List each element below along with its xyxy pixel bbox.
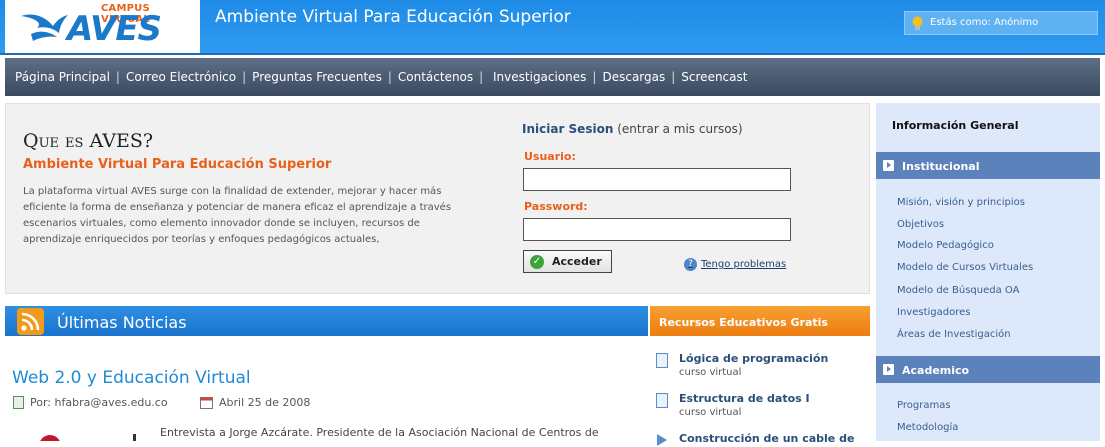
sidebar-link-modelo-pedagogico[interactable]: Modelo Pedagógico <box>897 240 994 251</box>
news-heading: Últimas Noticias <box>57 313 187 332</box>
help-link[interactable]: ? Tengo problemas <box>684 258 786 271</box>
sidebar-link-modelo-cursos[interactable]: Modelo de Cursos Virtuales <box>897 262 1033 273</box>
resource-name[interactable]: Estructura de datos I <box>679 392 810 405</box>
sidebar-section-title: Institucional <box>902 160 980 173</box>
news-header: Últimas Noticias <box>5 306 648 336</box>
user-status-text: Estás como: Anónimo <box>930 17 1039 28</box>
password-label: Password: <box>524 200 588 213</box>
document-icon <box>656 393 668 408</box>
nav-item-screencast[interactable]: | Screencast <box>665 70 747 84</box>
site-header: CAMPUS VIRTUAL AVES Ambiente Virtual Par… <box>0 0 1105 55</box>
sidebar-section-title: Academico <box>902 364 970 377</box>
article-date-text: Abril 25 de 2008 <box>219 396 311 409</box>
resource-item[interactable]: Estructura de datos I curso virtual <box>656 392 810 418</box>
article-date: Abril 25 de 2008 <box>200 396 310 409</box>
login-button-label: Acceder <box>552 255 602 268</box>
info-sidebar: Información General Institucional Misión… <box>876 103 1100 441</box>
resource-item[interactable]: Construcción de un cable de <box>656 432 854 447</box>
document-icon <box>656 353 668 368</box>
sidebar-section-academico[interactable]: Academico <box>876 356 1100 383</box>
sidebar-heading: Información General <box>892 119 1019 132</box>
resource-type: curso virtual <box>679 407 742 418</box>
sidebar-section-institucional[interactable]: Institucional <box>876 152 1100 179</box>
article-thumbnail <box>38 430 148 441</box>
resource-name[interactable]: Lógica de programación <box>679 352 828 365</box>
calendar-icon <box>200 397 213 409</box>
login-heading: Iniciar Sesion (entrar a mis cursos) <box>522 122 743 136</box>
sidebar-link-mision[interactable]: Misión, visión y principios <box>897 197 1025 208</box>
nav-item-home[interactable]: Página Principal <box>15 70 110 84</box>
rss-icon[interactable] <box>17 308 44 335</box>
intro-panel: Que es AVES? Ambiente Virtual Para Educa… <box>5 103 870 294</box>
sidebar-link-metodologia[interactable]: Metodología <box>897 422 958 433</box>
password-input[interactable] <box>523 218 791 241</box>
username-label: Usuario: <box>524 150 576 163</box>
site-title: Ambiente Virtual Para Educación Superior <box>215 7 571 27</box>
article-thumbnail-icon <box>40 434 136 441</box>
sidebar-link-programas[interactable]: Programas <box>897 400 951 411</box>
sidebar-link-investigadores[interactable]: Investigadores <box>897 307 970 318</box>
login-title-note: (entrar a mis cursos) <box>617 122 743 136</box>
help-link-label: Tengo problemas <box>701 259 787 270</box>
arrow-right-icon <box>883 364 894 375</box>
article-title-link[interactable]: Web 2.0 y Educación Virtual <box>12 368 251 388</box>
login-title: Iniciar Sesion <box>522 122 614 136</box>
username-input[interactable] <box>523 168 791 191</box>
login-button[interactable]: ✓ Acceder <box>523 250 612 273</box>
resource-type: curso virtual <box>679 367 742 378</box>
resources-header: Recursos Educativos Gratis <box>650 306 870 336</box>
resources-heading: Recursos Educativos Gratis <box>659 316 828 329</box>
user-status-box: Estás como: Anónimo <box>904 11 1098 35</box>
intro-subtitle: Ambiente Virtual Para Educación Superior <box>23 157 332 172</box>
logo-name-text: AVES <box>67 9 162 49</box>
sidebar-link-objetivos[interactable]: Objetivos <box>897 219 944 230</box>
nav-item-research[interactable]: | Investigaciones <box>473 70 586 84</box>
bird-logo-icon <box>21 14 68 41</box>
sidebar-link-modelo-busqueda[interactable]: Modelo de Búsqueda OA <box>897 285 1019 296</box>
nav-item-faq[interactable]: | Preguntas Frecuentes <box>236 70 382 84</box>
article-excerpt: Entrevista a Jorge Azcárate. Presidente … <box>160 426 599 439</box>
lightbulb-icon <box>912 16 923 30</box>
nav-item-contact[interactable]: | Contáctenos <box>382 70 473 84</box>
nav-item-downloads[interactable]: | Descargas <box>586 70 665 84</box>
article-author-text: Por: hfabra@aves.edu.co <box>30 396 168 409</box>
author-doc-icon <box>13 396 24 409</box>
resources-list: Lógica de programación curso virtual Est… <box>650 336 870 446</box>
sidebar-link-areas[interactable]: Áreas de Investigación <box>897 329 1011 340</box>
checkmark-icon: ✓ <box>530 254 544 269</box>
arrow-right-icon <box>883 160 894 171</box>
intro-title: Que es AVES? <box>23 130 154 152</box>
nav-item-email[interactable]: | Correo Electrónico <box>110 70 236 84</box>
intro-body: La plataforma virtual AVES surge con la … <box>23 186 452 245</box>
article-author: Por: hfabra@aves.edu.co <box>13 396 168 409</box>
resource-name[interactable]: Construcción de un cable de <box>679 432 854 445</box>
main-nav: Página Principal | Correo Electrónico | Pr… <box>5 58 1100 96</box>
aves-logo[interactable]: CAMPUS VIRTUAL AVES <box>5 0 200 53</box>
play-arrow-icon <box>657 434 667 446</box>
help-icon: ? <box>684 258 697 271</box>
resource-item[interactable]: Lógica de programación curso virtual <box>656 352 828 378</box>
